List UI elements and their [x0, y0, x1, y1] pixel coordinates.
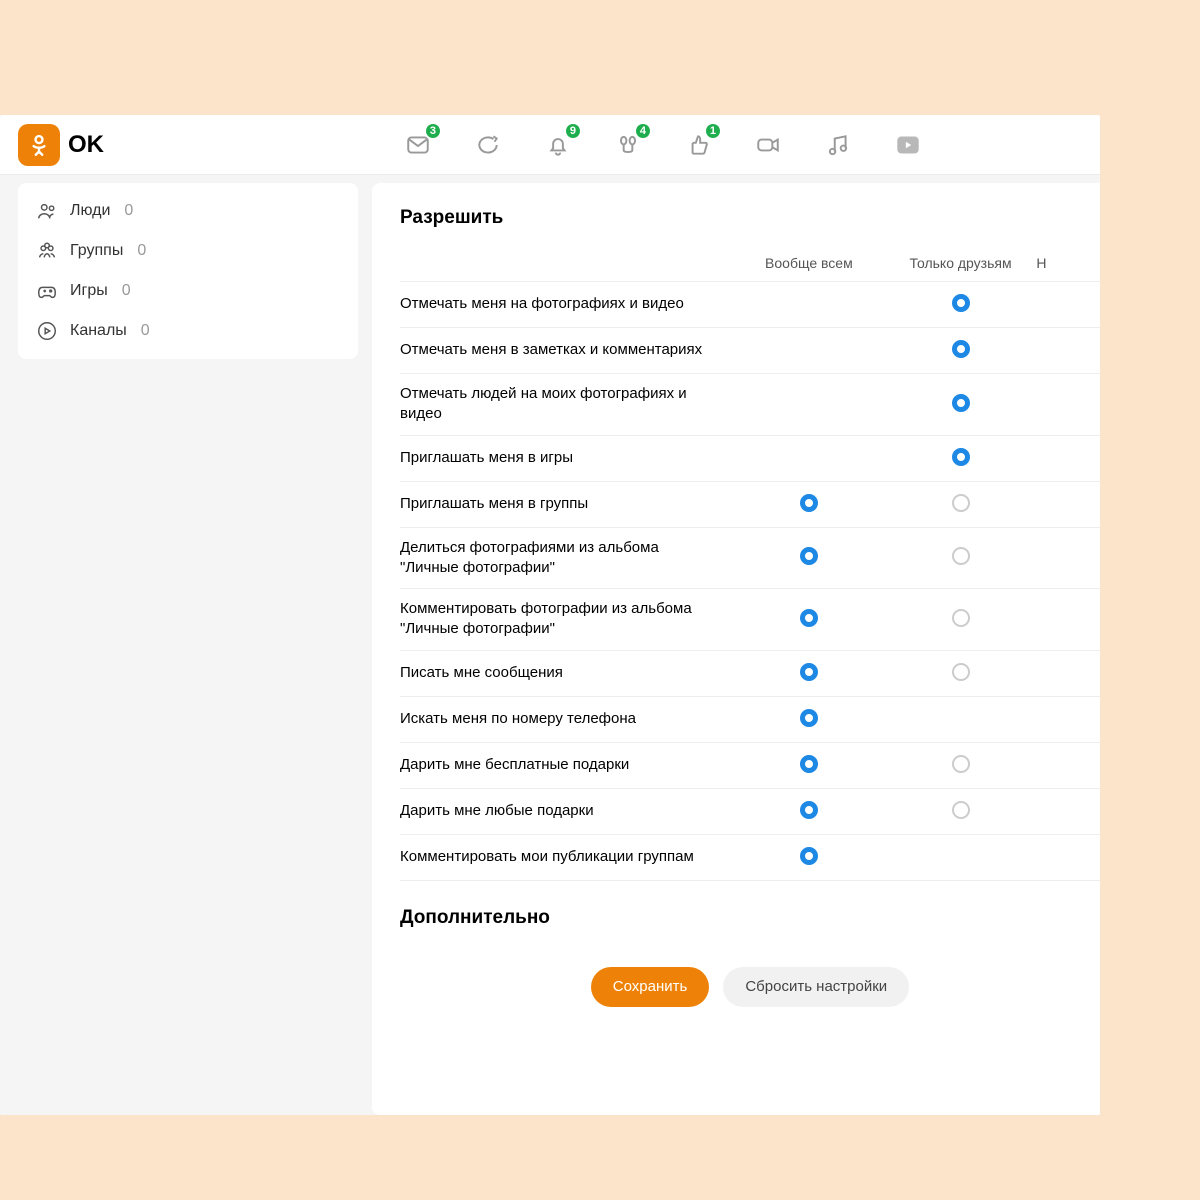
radio-option[interactable]	[800, 494, 818, 512]
col-all: Вообще всем	[733, 255, 885, 271]
radio-option[interactable]	[800, 801, 818, 819]
table-row: Писать мне сообщения	[400, 651, 1100, 697]
permission-label: Комментировать мои публикации группам	[400, 847, 733, 867]
table-row: Отмечать людей на моих фотографиях и вид…	[400, 374, 1100, 436]
reset-button[interactable]: Сбросить настройки	[723, 967, 909, 1007]
badge-messages: 3	[424, 122, 442, 140]
radio-option[interactable]	[952, 547, 970, 565]
sidebar-count: 0	[122, 282, 131, 300]
radio-option[interactable]	[952, 294, 970, 312]
section-title-permissions: Разрешить	[400, 207, 1100, 229]
button-row: Сохранить Сбросить настройки	[400, 967, 1100, 1007]
sidebar-item-groups[interactable]: Группы 0	[18, 231, 358, 271]
sidebar: Люди 0 Группы 0 Игры 0 Каналы 0	[18, 183, 358, 359]
table-row: Искать меня по номеру телефона	[400, 697, 1100, 743]
music-icon[interactable]	[824, 131, 852, 159]
radio-option[interactable]	[952, 755, 970, 773]
channels-icon	[36, 320, 58, 342]
permission-label: Делиться фотографиями из альбома "Личные…	[400, 538, 733, 579]
nav-icon-bar: 3 9 4 1	[404, 131, 922, 159]
col-third: Н	[1036, 255, 1100, 271]
table-row: Комментировать мои публикации группам	[400, 835, 1100, 881]
permissions-table: Вообще всем Только друзьям Н Отмечать ме…	[400, 245, 1100, 881]
sidebar-item-people[interactable]: Люди 0	[18, 191, 358, 231]
permission-label: Искать меня по номеру телефона	[400, 709, 733, 729]
permission-label: Отмечать меня в заметках и комментариях	[400, 340, 733, 360]
sidebar-label: Игры	[70, 282, 108, 300]
table-row: Отмечать меня в заметках и комментариях	[400, 328, 1100, 374]
video-icon[interactable]	[754, 131, 782, 159]
table-row: Дарить мне любые подарки	[400, 789, 1100, 835]
games-icon	[36, 280, 58, 302]
top-header: OK 3 9 4 1	[0, 115, 1100, 175]
content-area: Люди 0 Группы 0 Игры 0 Каналы 0 Разрешит…	[0, 175, 1100, 1115]
radio-option[interactable]	[800, 755, 818, 773]
table-row: Приглашать меня в игры	[400, 436, 1100, 482]
brand-name: OK	[68, 131, 104, 159]
permission-label: Приглашать меня в игры	[400, 448, 733, 468]
likes-icon[interactable]: 1	[684, 131, 712, 159]
logo[interactable]: OK	[18, 124, 104, 166]
discussions-icon[interactable]	[474, 131, 502, 159]
permission-label: Отмечать людей на моих фотографиях и вид…	[400, 384, 733, 425]
radio-option[interactable]	[952, 494, 970, 512]
sidebar-item-games[interactable]: Игры 0	[18, 271, 358, 311]
table-row: Отмечать меня на фотографиях и видео	[400, 282, 1100, 328]
permission-label: Дарить мне любые подарки	[400, 801, 733, 821]
radio-option[interactable]	[952, 801, 970, 819]
messages-icon[interactable]: 3	[404, 131, 432, 159]
sidebar-label: Группы	[70, 242, 123, 260]
table-row: Приглашать меня в группы	[400, 482, 1100, 528]
badge-notifications: 9	[564, 122, 582, 140]
sidebar-count: 0	[141, 322, 150, 340]
sidebar-item-channels[interactable]: Каналы 0	[18, 311, 358, 351]
radio-option[interactable]	[952, 663, 970, 681]
groups-icon	[36, 240, 58, 262]
radio-option[interactable]	[800, 709, 818, 727]
guests-icon[interactable]: 4	[614, 131, 642, 159]
permission-label: Комментировать фотографии из альбома "Ли…	[400, 599, 733, 640]
badge-likes: 1	[704, 122, 722, 140]
sidebar-count: 0	[137, 242, 146, 260]
table-row: Комментировать фотографии из альбома "Ли…	[400, 589, 1100, 651]
ok-logo-icon	[18, 124, 60, 166]
radio-option[interactable]	[800, 609, 818, 627]
permission-label: Приглашать меня в группы	[400, 494, 733, 514]
table-row: Делиться фотографиями из альбома "Личные…	[400, 528, 1100, 590]
permission-label: Отмечать меня на фотографиях и видео	[400, 294, 733, 314]
badge-guests: 4	[634, 122, 652, 140]
radio-option[interactable]	[952, 448, 970, 466]
table-head: Вообще всем Только друзьям Н	[400, 245, 1100, 282]
radio-option[interactable]	[952, 394, 970, 412]
radio-option[interactable]	[800, 847, 818, 865]
radio-option[interactable]	[952, 340, 970, 358]
table-row: Дарить мне бесплатные подарки	[400, 743, 1100, 789]
radio-option[interactable]	[800, 663, 818, 681]
section-title-additional: Дополнительно	[400, 907, 1100, 929]
play-icon[interactable]	[894, 131, 922, 159]
permission-label: Дарить мне бесплатные подарки	[400, 755, 733, 775]
radio-option[interactable]	[800, 547, 818, 565]
sidebar-label: Каналы	[70, 322, 127, 340]
main-panel: Разрешить Вообще всем Только друзьям Н О…	[372, 183, 1100, 1115]
save-button[interactable]: Сохранить	[591, 967, 710, 1007]
sidebar-label: Люди	[70, 202, 110, 220]
permission-label: Писать мне сообщения	[400, 663, 733, 683]
people-icon	[36, 200, 58, 222]
radio-option[interactable]	[952, 609, 970, 627]
notifications-icon[interactable]: 9	[544, 131, 572, 159]
col-friends: Только друзьям	[885, 255, 1037, 271]
sidebar-count: 0	[124, 202, 133, 220]
app-window: OK 3 9 4 1	[0, 115, 1100, 1115]
